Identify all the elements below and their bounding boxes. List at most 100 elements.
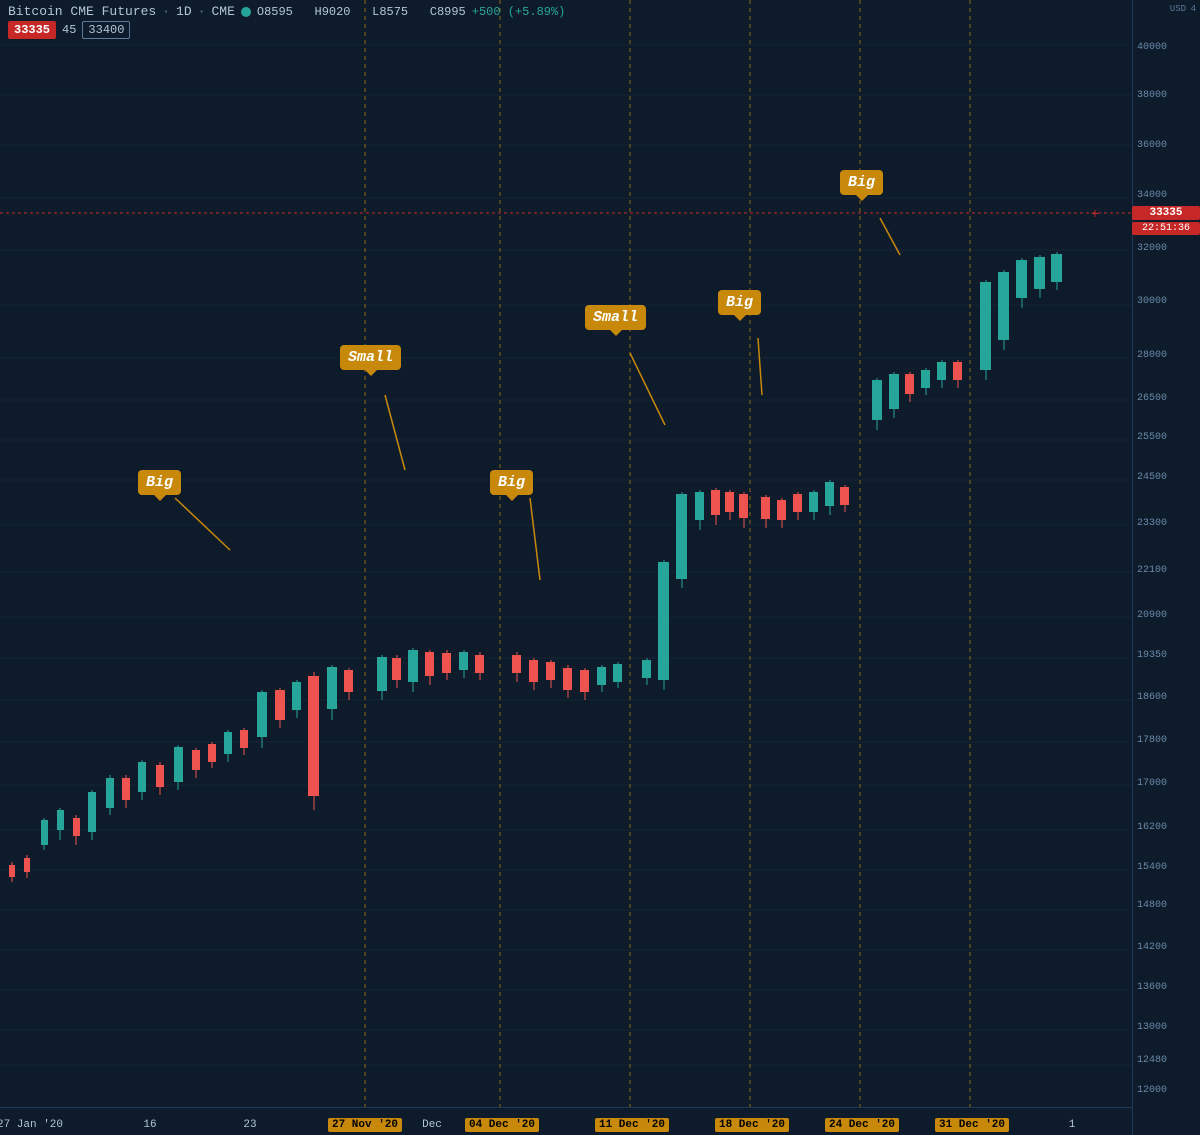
candle-49 [872, 378, 882, 430]
time-jan-20: 27 Jan '20 [0, 1119, 63, 1131]
price-24500: 24500 [1137, 472, 1167, 483]
candle-25 [425, 650, 434, 685]
header-row2: 33335 45 33400 [8, 21, 130, 39]
candle-38 [676, 492, 687, 588]
candle-27 [459, 650, 468, 678]
time-dec: Dec [422, 1119, 442, 1131]
candle-3 [41, 818, 48, 850]
time-dec24: 24 Dec '20 [825, 1119, 899, 1131]
chart-title: Bitcoin CME Futures [8, 4, 156, 19]
candle-32 [563, 665, 572, 698]
chart-header: Bitcoin CME Futures · 1D · CME O8595 H90… [0, 0, 1200, 60]
price-16200: 16200 [1137, 822, 1167, 833]
price-12000: 12000 [1137, 1085, 1167, 1096]
candle-51 [905, 372, 914, 402]
candle-33 [580, 668, 589, 700]
candle-29 [512, 652, 521, 682]
callout-big-4: Big [840, 170, 883, 195]
chart-area[interactable]: + Big Small Big Small Big Big [0, 0, 1132, 1107]
candle-54 [953, 360, 962, 388]
candle-11 [174, 745, 183, 790]
current-price-badge: 33335 [1132, 206, 1200, 220]
candle-9 [138, 760, 146, 800]
outline-price: 33400 [82, 21, 130, 39]
candle-20 [327, 665, 337, 720]
candle-19 [308, 672, 319, 810]
time-dec31: 31 Dec '20 [935, 1119, 1009, 1131]
time-1: 1 [1069, 1119, 1076, 1131]
candle-14 [224, 730, 232, 762]
candle-50 [889, 372, 899, 418]
time-23: 23 [243, 1119, 256, 1131]
status-dot [241, 7, 251, 17]
price-22100: 22100 [1137, 565, 1167, 576]
price-20900: 20900 [1137, 610, 1167, 621]
price-change: +500 (+5.89%) [472, 5, 566, 19]
svg-text:+: + [1091, 207, 1099, 223]
price-13000: 13000 [1137, 1022, 1167, 1033]
candle-22 [377, 655, 387, 700]
price-14200: 14200 [1137, 942, 1167, 953]
candle-21 [344, 668, 353, 700]
price-28000: 28000 [1137, 350, 1167, 361]
candle-40 [711, 488, 720, 525]
candle-44 [777, 498, 786, 528]
candle-13 [208, 742, 216, 768]
candle-58 [1034, 255, 1045, 298]
ohlc-values: O8595 H9020 L8575 C8995 [257, 5, 466, 19]
time-dec11: 11 Dec '20 [595, 1119, 669, 1131]
price-32000: 32000 [1137, 243, 1167, 254]
callout-small-1: Small [340, 345, 401, 370]
candle-4 [57, 808, 64, 840]
exchange-label: CME [211, 4, 234, 19]
candle-17 [275, 688, 285, 728]
candle-28 [475, 652, 484, 680]
candle-12 [192, 748, 200, 778]
candle-48 [840, 485, 849, 512]
price-18600: 18600 [1137, 692, 1167, 703]
price-25500: 25500 [1137, 432, 1167, 443]
price-axis: 4 USD 40000 38000 36000 34000 32000 3000… [1132, 0, 1200, 1135]
price-30000: 30000 [1137, 296, 1167, 307]
timeframe-label: 1D [176, 4, 192, 19]
candle-52 [921, 368, 930, 395]
price-34000: 34000 [1137, 190, 1167, 201]
candle-37 [658, 560, 669, 690]
candle-24 [408, 648, 418, 692]
candle-1 [9, 862, 15, 882]
header-row1: Bitcoin CME Futures · 1D · CME O8595 H90… [8, 4, 565, 19]
candle-53 [937, 360, 946, 388]
price-17800: 17800 [1137, 735, 1167, 746]
price-14800: 14800 [1137, 900, 1167, 911]
candle-15 [240, 728, 248, 755]
price-13600: 13600 [1137, 982, 1167, 993]
price-17000: 17000 [1137, 778, 1167, 789]
candle-30 [529, 658, 538, 690]
candle-47 [825, 480, 834, 515]
callout-big-2: Big [490, 470, 533, 495]
candle-35 [613, 662, 622, 688]
price-12480: 12480 [1137, 1055, 1167, 1066]
current-price-badge-header: 33335 [8, 21, 56, 39]
candle-18 [292, 680, 301, 718]
candle-23 [392, 655, 401, 688]
callout-big-1: Big [138, 470, 181, 495]
time-nov27: 27 Nov '20 [328, 1119, 402, 1131]
candle-5 [73, 815, 80, 845]
candle-26 [442, 650, 451, 680]
price-36000: 36000 [1137, 140, 1167, 151]
candle-43 [761, 495, 770, 528]
price-19350: 19350 [1137, 650, 1167, 661]
candle-31 [546, 660, 555, 688]
callout-big-3: Big [718, 290, 761, 315]
candle-45 [793, 492, 802, 520]
price-15400: 15400 [1137, 862, 1167, 873]
time-dec18: 18 Dec '20 [715, 1119, 789, 1131]
price-26500: 26500 [1137, 393, 1167, 404]
candle-6 [88, 790, 96, 840]
price-38000: 38000 [1137, 90, 1167, 101]
callout-small-2: Small [585, 305, 646, 330]
candle-42 [739, 492, 748, 528]
candle-39 [695, 490, 704, 530]
candle-8 [122, 775, 130, 808]
